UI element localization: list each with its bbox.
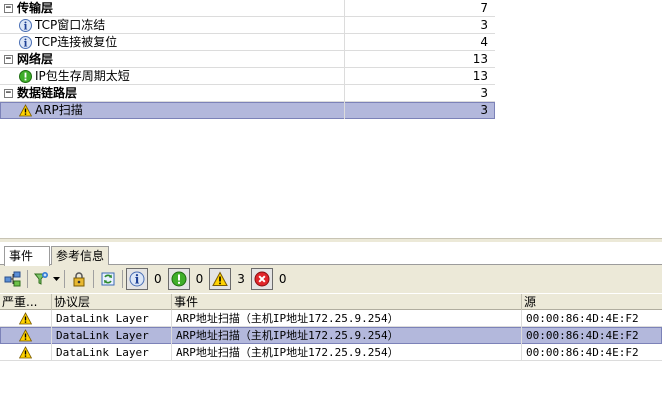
tree-item-tcp-reset[interactable]: i TCP连接被复位 4 bbox=[0, 34, 495, 51]
warning-icon bbox=[0, 344, 52, 361]
tree-item-tcp-window-freeze[interactable]: i TCP窗口冻结 3 bbox=[0, 17, 495, 34]
svg-text:i: i bbox=[24, 22, 28, 33]
warning-filter-toggle[interactable] bbox=[209, 268, 232, 290]
cell-protocol: DataLink Layer bbox=[52, 344, 172, 361]
column-header-protocol[interactable]: 协议层 bbox=[52, 294, 172, 310]
cell-event: ARP地址扫描（主机IP地址172.25.9.254） bbox=[172, 310, 522, 327]
notice-count: 0 bbox=[195, 272, 204, 286]
tree-group-label: 数据链路层 bbox=[17, 86, 78, 100]
toolbar-separator bbox=[93, 270, 94, 288]
collapse-icon[interactable]: − bbox=[4, 4, 13, 13]
tab-reference[interactable]: 参考信息 bbox=[51, 246, 109, 265]
error-filter-toggle[interactable] bbox=[250, 268, 273, 290]
warning-icon bbox=[19, 104, 32, 117]
event-toolbar: i 0 0 3 0 bbox=[0, 265, 662, 293]
svg-text:i: i bbox=[24, 39, 28, 50]
lock-settings-icon[interactable] bbox=[68, 268, 90, 290]
column-header-event[interactable]: 事件 bbox=[172, 294, 522, 310]
tree-count: 7 bbox=[480, 1, 488, 15]
refresh-icon[interactable] bbox=[97, 268, 119, 290]
tree-group-transport[interactable]: − 传输层 7 bbox=[0, 0, 495, 17]
info-count: 0 bbox=[154, 272, 162, 286]
notice-filter-toggle[interactable] bbox=[167, 268, 190, 290]
toolbar-separator bbox=[27, 270, 28, 288]
tab-bar: 事件 参考信息 bbox=[0, 243, 662, 266]
column-header-severity[interactable]: 严重... bbox=[0, 294, 52, 310]
column-header-source[interactable]: 源 bbox=[522, 294, 662, 310]
toolbar-separator bbox=[122, 270, 123, 288]
cell-event: ARP地址扫描（主机IP地址172.25.9.254） bbox=[172, 327, 522, 344]
warning-icon bbox=[212, 271, 229, 287]
collapse-icon[interactable]: − bbox=[4, 89, 13, 98]
cell-protocol: DataLink Layer bbox=[52, 327, 172, 344]
tree-count: 13 bbox=[472, 52, 488, 66]
notice-icon bbox=[19, 70, 32, 83]
info-icon: i bbox=[19, 19, 32, 32]
tree-count: 3 bbox=[480, 103, 488, 117]
error-icon bbox=[254, 271, 270, 287]
cell-source: 00:00:86:4D:4E:F2 bbox=[526, 312, 639, 325]
cell-protocol: DataLink Layer bbox=[52, 310, 172, 327]
cell-source: 00:00:86:4D:4E:F2 bbox=[526, 329, 639, 342]
panel-splitter[interactable] bbox=[0, 238, 662, 242]
warning-icon bbox=[0, 310, 52, 327]
notice-icon bbox=[171, 271, 187, 287]
network-icon[interactable] bbox=[2, 268, 24, 290]
tree-count: 3 bbox=[480, 18, 488, 32]
cell-source: 00:00:86:4D:4E:F2 bbox=[526, 346, 639, 359]
event-category-tree: − 传输层 7 i TCP窗口冻结 3 i TCP连接被复位 4 − 网络层 1… bbox=[0, 0, 495, 119]
tree-group-label: 网络层 bbox=[17, 52, 54, 66]
collapse-icon[interactable]: − bbox=[4, 55, 13, 64]
toolbar-separator bbox=[64, 270, 65, 288]
tree-group-label: 传输层 bbox=[17, 1, 54, 15]
event-grid: 严重... 协议层 事件 源 DataLink Layer ARP地址扫描（主机… bbox=[0, 294, 662, 361]
warning-icon bbox=[0, 327, 52, 344]
table-row[interactable]: DataLink Layer ARP地址扫描（主机IP地址172.25.9.25… bbox=[0, 344, 662, 361]
tree-count: 4 bbox=[480, 35, 488, 49]
filter-icon[interactable] bbox=[31, 268, 51, 290]
table-row[interactable]: DataLink Layer ARP地址扫描（主机IP地址172.25.9.25… bbox=[0, 310, 662, 327]
tree-item-label: ARP扫描 bbox=[35, 103, 83, 117]
tree-count: 13 bbox=[472, 69, 488, 83]
table-row[interactable]: DataLink Layer ARP地址扫描（主机IP地址172.25.9.25… bbox=[0, 327, 662, 344]
tree-item-ip-ttl-short[interactable]: IP包生存周期太短 13 bbox=[0, 68, 495, 85]
info-filter-toggle[interactable]: i bbox=[126, 268, 148, 290]
info-icon: i bbox=[19, 36, 32, 49]
tree-item-label: TCP连接被复位 bbox=[35, 35, 118, 49]
tree-group-datalink[interactable]: − 数据链路层 3 bbox=[0, 85, 495, 102]
grid-header: 严重... 协议层 事件 源 bbox=[0, 294, 662, 310]
cell-event: ARP地址扫描（主机IP地址172.25.9.254） bbox=[172, 344, 522, 361]
tree-count: 3 bbox=[480, 86, 488, 100]
warning-count: 3 bbox=[237, 272, 245, 286]
tree-group-network[interactable]: − 网络层 13 bbox=[0, 51, 495, 68]
svg-text:i: i bbox=[135, 273, 140, 287]
tree-item-label: TCP窗口冻结 bbox=[35, 18, 106, 32]
chevron-down-icon[interactable] bbox=[51, 268, 61, 290]
info-icon: i bbox=[129, 271, 145, 287]
tab-events[interactable]: 事件 bbox=[4, 246, 50, 266]
tree-item-arp-scan[interactable]: ARP扫描 3 bbox=[0, 102, 495, 119]
error-count: 0 bbox=[278, 272, 287, 286]
tree-item-label: IP包生存周期太短 bbox=[35, 69, 130, 83]
